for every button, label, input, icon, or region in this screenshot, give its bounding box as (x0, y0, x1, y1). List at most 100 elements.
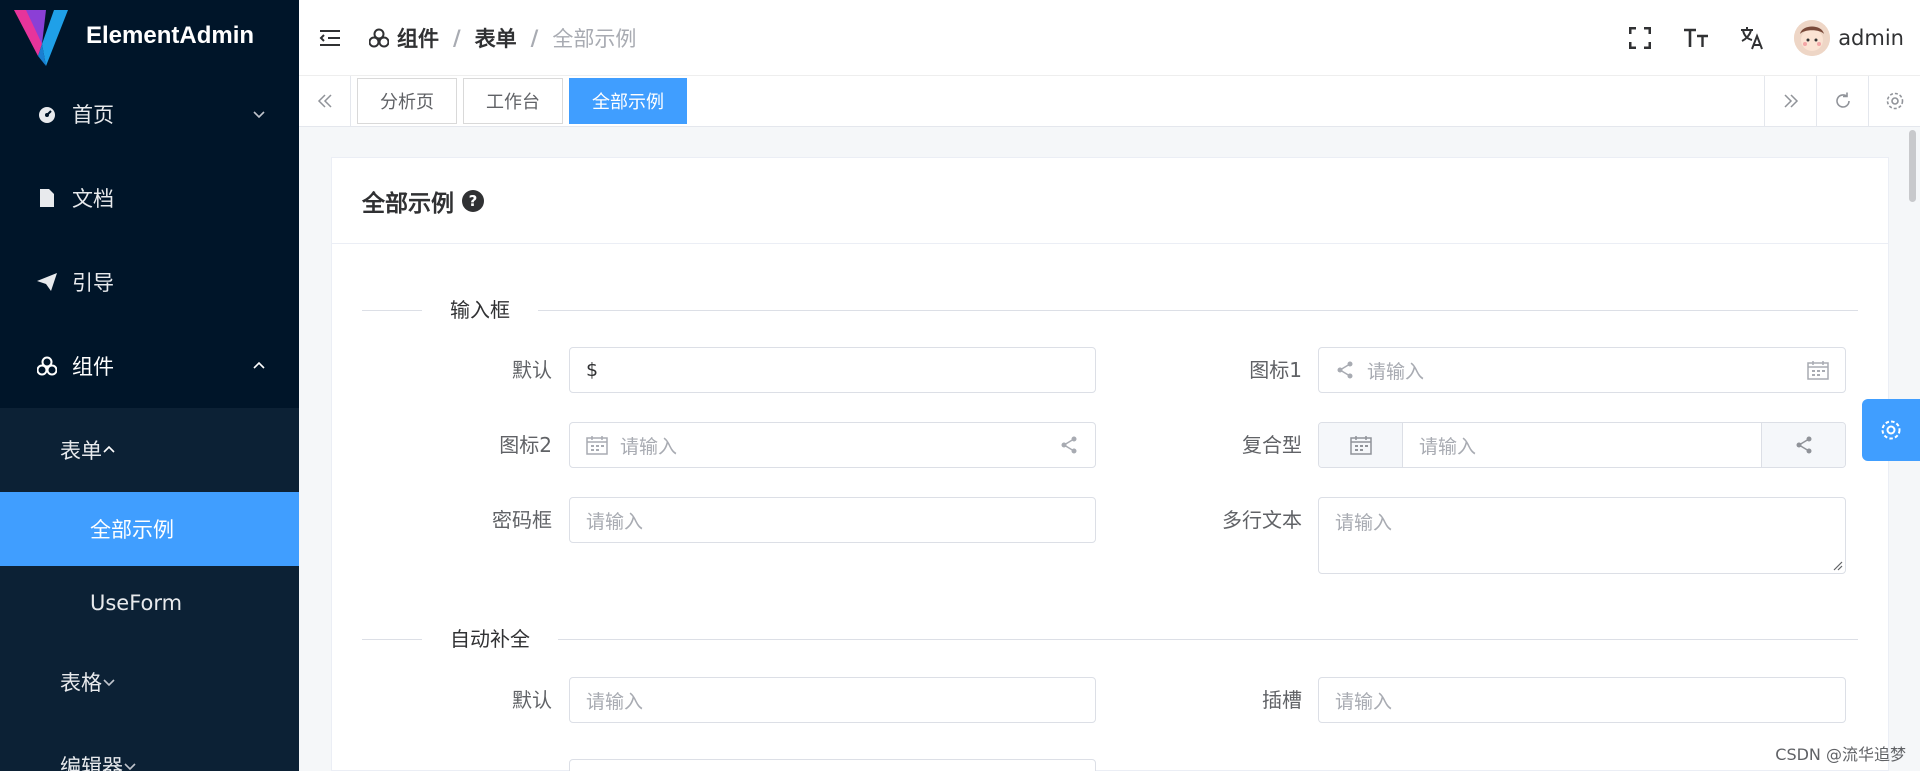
breadcrumb-components[interactable]: 组件 (369, 23, 439, 53)
sidebar-item-components[interactable]: 组件 (0, 324, 299, 408)
chevron-down-icon (102, 670, 116, 694)
input-placeholder: 请输入 (586, 690, 644, 713)
autocomplete-next-input[interactable] (569, 759, 1096, 771)
breadcrumb-form[interactable]: 表单 (475, 23, 517, 53)
sidebar-item-label: 表单 (60, 439, 102, 463)
field-label-textarea: 多行文本 (1222, 508, 1302, 532)
logo[interactable]: ElementAdmin (0, 0, 299, 72)
resize-handle-icon[interactable] (1831, 559, 1843, 571)
card-header: 全部示例 ? (332, 158, 1888, 244)
gear-icon (1881, 420, 1901, 440)
username[interactable]: admin (1838, 26, 1904, 50)
calendar-icon (586, 435, 608, 455)
password-input[interactable]: 请输入 (569, 497, 1096, 543)
section-title: 输入框 (422, 296, 538, 324)
icon2-input[interactable]: 请输入 (569, 422, 1096, 468)
breadcrumb-separator: / (530, 25, 539, 50)
sidebar-item-label: 首页 (72, 103, 114, 127)
compound-input[interactable]: 请输入 (1318, 422, 1846, 468)
cubes-icon (369, 28, 389, 47)
chevron-up-icon (251, 358, 267, 374)
sidebar-item-form[interactable]: 表单 (0, 408, 299, 492)
sidebar-item-home[interactable]: 首页 (0, 72, 299, 156)
input-placeholder: 请输入 (620, 435, 678, 458)
cubes-icon (36, 355, 58, 377)
sidebar-item-all-examples[interactable]: 全部示例 (0, 492, 299, 566)
calendar-icon (1807, 360, 1829, 380)
sidebar-item-guide[interactable]: 引导 (0, 240, 299, 324)
sidebar-item-useform[interactable]: UseForm (0, 566, 299, 640)
sidebar-item-editor[interactable]: 编辑器 (0, 724, 299, 771)
tags-actions (1764, 75, 1920, 127)
tags-scroll-right-icon[interactable] (1764, 75, 1816, 127)
question-icon[interactable]: ? (462, 189, 484, 212)
watermark: CSDN @流华追梦 (1775, 745, 1906, 764)
sidebar: ElementAdmin 首页 文档 引导 组件 表单 全部示例 UseForm… (0, 0, 299, 771)
chevron-down-icon (123, 754, 137, 771)
tags-settings-icon[interactable] (1868, 75, 1920, 127)
tags-bar: 分析页 工作台 全部示例 (299, 75, 1920, 127)
field-label-icon1: 图标1 (1249, 358, 1302, 382)
sidebar-item-label: 组件 (72, 355, 114, 379)
settings-button[interactable] (1862, 399, 1920, 461)
input-placeholder: 请输入 (1419, 435, 1477, 458)
file-icon (36, 187, 58, 209)
chevron-up-icon (102, 438, 116, 462)
input-placeholder: 请输入 (1367, 360, 1425, 383)
field-label-compound: 复合型 (1242, 433, 1302, 457)
field-label-password: 密码框 (492, 508, 552, 532)
breadcrumb-label: 组件 (397, 26, 439, 51)
top-header: 组件 / 表单 / 全部示例 admin (299, 0, 1920, 76)
autocomplete-default-input[interactable]: 请输入 (569, 677, 1096, 723)
tag-all-examples[interactable]: 全部示例 (569, 78, 687, 124)
page-title: 全部示例 (362, 190, 454, 217)
section-divider-autocomplete: 自动补全 (362, 625, 1858, 653)
fullscreen-icon[interactable] (1626, 24, 1654, 52)
tag-workplace[interactable]: 工作台 (463, 78, 563, 124)
avatar[interactable] (1794, 19, 1831, 56)
breadcrumb-current: 全部示例 (552, 26, 637, 51)
sidebar-item-label: UseForm (90, 591, 183, 615)
translate-icon[interactable] (1738, 24, 1766, 52)
sidebar-item-label: 引导 (72, 271, 114, 295)
sidebar-item-table[interactable]: 表格 (0, 640, 299, 724)
breadcrumb-separator: / (453, 25, 461, 50)
textarea-input[interactable]: 请输入 (1318, 497, 1846, 574)
input-placeholder: 请输入 (1335, 512, 1393, 534)
chevron-down-icon (251, 106, 267, 122)
components-submenu: 表单 全部示例 UseForm 表格 编辑器 (0, 408, 299, 771)
app-name: ElementAdmin (86, 22, 255, 49)
share-icon (1059, 435, 1079, 455)
sidebar-item-label: 全部示例 (90, 518, 174, 542)
tags-scroll-left-icon[interactable] (299, 75, 351, 127)
field-label-ac-slot: 插槽 (1262, 688, 1302, 712)
send-icon (36, 271, 58, 293)
section-title: 自动补全 (422, 625, 558, 653)
collapse-menu-icon[interactable] (315, 23, 345, 53)
font-size-icon[interactable] (1682, 24, 1710, 52)
field-label-icon2: 图标2 (499, 433, 552, 457)
default-input[interactable]: $ (569, 347, 1096, 393)
sidebar-item-docs[interactable]: 文档 (0, 156, 299, 240)
share-icon[interactable] (1761, 423, 1845, 467)
sidebar-item-label: 编辑器 (60, 755, 123, 771)
share-icon (1335, 360, 1355, 380)
input-value: $ (586, 359, 599, 381)
field-label-ac-default: 默认 (512, 688, 552, 712)
logo-icon (12, 6, 70, 66)
field-label-default: 默认 (512, 358, 552, 382)
header-actions: admin (1612, 19, 1920, 56)
refresh-icon[interactable] (1816, 75, 1868, 127)
dashboard-icon (36, 103, 58, 125)
scrollbar-thumb[interactable] (1909, 130, 1916, 202)
tag-analysis[interactable]: 分析页 (357, 78, 457, 124)
input-placeholder: 请输入 (586, 510, 644, 533)
calendar-icon[interactable] (1319, 423, 1403, 467)
autocomplete-slot-input[interactable]: 请输入 (1318, 677, 1846, 723)
input-placeholder: 请输入 (1335, 690, 1393, 713)
sidebar-item-label: 表格 (60, 671, 102, 695)
icon1-input[interactable]: 请输入 (1318, 347, 1846, 393)
form-card: 全部示例 ? 输入框 默认 $ 图标1 请输入 图标2 请输入 复合型 请输入 (331, 157, 1889, 771)
breadcrumb: 组件 / 表单 / 全部示例 (369, 23, 636, 53)
sidebar-item-label: 文档 (72, 187, 114, 211)
